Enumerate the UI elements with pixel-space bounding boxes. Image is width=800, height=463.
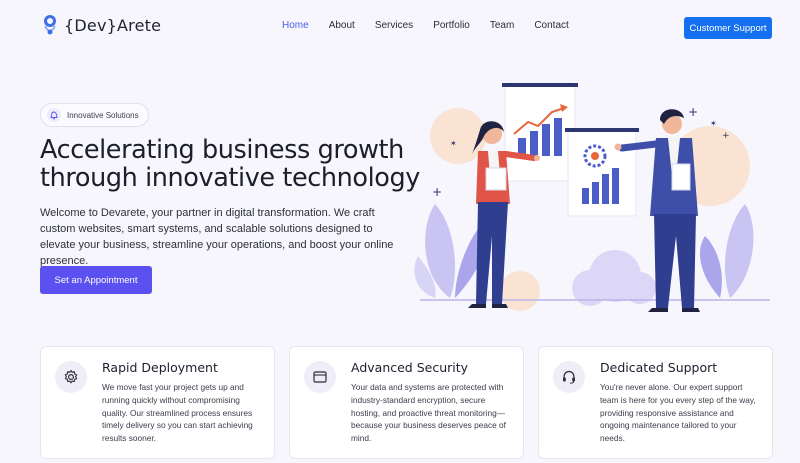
gear-icon (55, 361, 87, 393)
feature-text: Your data and systems are protected with… (351, 382, 506, 444)
svg-text:+: + (688, 105, 698, 119)
nav-link-contact[interactable]: Contact (534, 20, 568, 31)
hero-description: Welcome to Devarete, your partner in dig… (40, 207, 394, 267)
deco-blob (430, 108, 486, 164)
deco-cloud (624, 272, 656, 304)
leaves-left (414, 204, 484, 298)
bell-icon (47, 108, 61, 122)
nav-link-about[interactable]: About (329, 20, 355, 31)
hero-title: Accelerating business growth through inn… (40, 135, 420, 193)
chart-board-gear (565, 128, 639, 217)
feature-title: Dedicated Support (600, 360, 718, 375)
badge-label: Innovative Solutions (67, 110, 139, 120)
nav-link-home[interactable]: Home (282, 20, 309, 31)
svg-text:+: + (432, 185, 442, 199)
customer-support-button[interactable]: Customer Support (684, 17, 772, 39)
nav-link-services[interactable]: Services (375, 20, 413, 31)
logo-text: {Dev}Arete (64, 15, 162, 35)
browser-window-icon (304, 361, 336, 393)
hero-illustration: + + + ✶ ✶ (414, 83, 770, 312)
leaves-right (700, 204, 754, 298)
set-appointment-button[interactable]: Set an Appointment (40, 266, 152, 294)
feature-card-advanced-security: Advanced Security Your data and systems … (289, 346, 524, 459)
svg-text:✶: ✶ (450, 139, 457, 148)
main-menu: Home About Services Portfolio Team Conta… (282, 20, 589, 31)
svg-text:✶: ✶ (710, 119, 717, 128)
feature-title: Rapid Deployment (102, 360, 218, 375)
innovative-solutions-badge: Innovative Solutions (40, 103, 149, 127)
top-navbar: {Dev}Arete Home About Services Portfolio… (0, 0, 800, 56)
logo-icon (44, 15, 56, 35)
nav-link-portfolio[interactable]: Portfolio (433, 20, 470, 31)
nav-link-team[interactable]: Team (490, 20, 514, 31)
feature-card-dedicated-support: Dedicated Support You're never alone. Ou… (538, 346, 773, 459)
headset-icon (553, 361, 585, 393)
feature-text: We move fast your project gets up and ru… (102, 382, 253, 444)
feature-title: Advanced Security (351, 360, 469, 375)
feature-card-rapid-deployment: Rapid Deployment We move fast your proje… (40, 346, 275, 459)
feature-text: You're never alone. Our expert support t… (600, 382, 756, 444)
svg-text:+: + (722, 131, 730, 141)
brand-logo[interactable]: {Dev}Arete (42, 14, 161, 36)
